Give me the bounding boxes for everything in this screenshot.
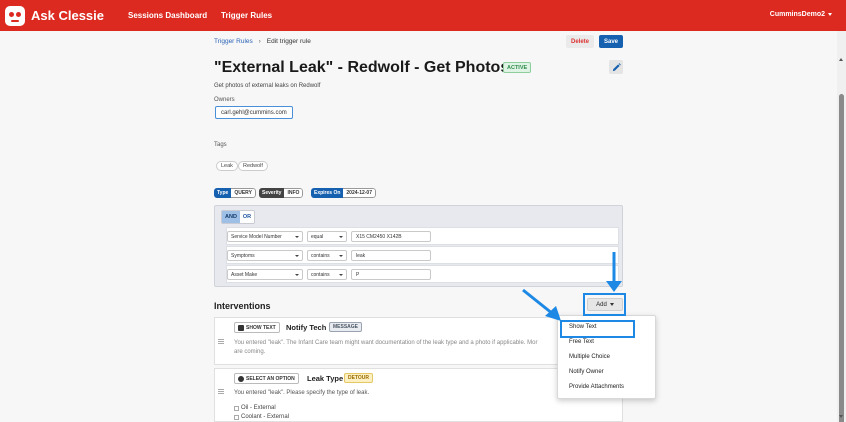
nav-trigger-rules[interactable]: Trigger Rules xyxy=(221,11,272,20)
scroll-down-icon[interactable] xyxy=(839,415,843,418)
intervention-badge: DETOUR xyxy=(344,373,374,383)
condition-field-select[interactable]: Asset Make xyxy=(227,269,303,280)
chevron-down-icon xyxy=(339,274,343,276)
option-label: Oil - External xyxy=(241,405,276,411)
menu-item-provide-attachments[interactable]: Provide Attachments xyxy=(569,384,624,390)
chevron-down-icon xyxy=(295,274,299,276)
chevron-down-icon xyxy=(828,13,832,16)
chevron-down-icon xyxy=(295,236,299,238)
breadcrumb: Trigger Rules › Edit trigger rule xyxy=(214,38,311,45)
intervention-badge: MESSAGE xyxy=(329,322,363,332)
add-button-highlight xyxy=(583,293,626,316)
condition-field-value: Asset Make xyxy=(231,271,258,278)
intervention-prompt: You entered "leak". Please specify the t… xyxy=(234,390,370,396)
pencil-icon xyxy=(612,62,621,71)
option-item[interactable]: Oil - External xyxy=(234,405,276,411)
condition-value-input[interactable]: P xyxy=(351,269,431,280)
owners-label: Owners xyxy=(214,97,235,103)
edit-button[interactable] xyxy=(609,60,623,74)
message-icon xyxy=(238,324,244,331)
condition-operator-select[interactable]: equal xyxy=(307,231,347,242)
user-name: CumminsDemo2 xyxy=(769,11,825,18)
show-text-highlight xyxy=(560,320,635,338)
condition-operator-value: contains xyxy=(311,271,330,278)
user-menu[interactable]: CumminsDemo2 xyxy=(770,11,832,18)
checkbox-icon xyxy=(234,414,239,420)
intervention-text-continued: are coming. xyxy=(234,349,266,355)
intervention-name: Notify Tech xyxy=(286,323,327,332)
menu-item-multiple-choice[interactable]: Multiple Choice xyxy=(569,354,610,360)
menu-item-notify-owner[interactable]: Notify Owner xyxy=(569,369,604,375)
chevron-down-icon xyxy=(339,236,343,238)
tags-label: Tags xyxy=(214,142,227,148)
intervention-type-chip: SELECT AN OPTION xyxy=(234,373,299,384)
expires-label: Expires On xyxy=(311,188,344,198)
page-title: "External Leak" - Redwolf - Get Photos xyxy=(214,59,510,76)
or-toggle[interactable]: OR xyxy=(240,211,254,223)
app-name: Ask Clessie xyxy=(31,8,104,23)
radio-option-icon xyxy=(238,375,244,382)
drag-handle-icon[interactable] xyxy=(218,389,224,395)
expires-value: 2024-12-07 xyxy=(343,188,376,198)
rule-description: Get photos of external leaks on Redwolf xyxy=(214,83,321,89)
condition-value-input[interactable]: X15 CM2450 X142B xyxy=(351,231,431,242)
scrollbar-thumb[interactable] xyxy=(839,94,844,422)
intervention-name: Leak Type xyxy=(307,374,344,383)
condition-field-select[interactable]: Service Model Number xyxy=(227,231,303,242)
type-value: QUERY xyxy=(231,188,256,198)
owner-field[interactable]: carl.gehl@cummins.com xyxy=(215,106,293,119)
breadcrumb-separator: › xyxy=(258,38,261,45)
breadcrumb-current: Edit trigger rule xyxy=(266,38,311,45)
severity-label: Severity xyxy=(259,188,285,198)
checkbox-icon xyxy=(234,405,239,411)
condition-field-value: Service Model Number xyxy=(231,233,282,240)
severity-pill: Severity INFO xyxy=(259,188,304,198)
condition-operator-value: contains xyxy=(311,252,330,259)
nav-sessions-dashboard[interactable]: Sessions Dashboard xyxy=(128,11,207,20)
option-label: Coolant - External xyxy=(241,414,290,420)
tag-leak[interactable]: Leak xyxy=(216,161,238,171)
condition-operator-select[interactable]: contains xyxy=(307,269,347,280)
scroll-up-icon[interactable] xyxy=(839,58,843,61)
status-badge: ACTIVE xyxy=(503,62,532,73)
chevron-down-icon xyxy=(295,255,299,257)
option-item[interactable]: Coolant - External xyxy=(234,414,289,420)
intervention-type-chip: SHOW TEXT xyxy=(234,322,280,333)
type-label: Type xyxy=(214,188,232,198)
chevron-down-icon xyxy=(339,255,343,257)
page-scrollbar[interactable] xyxy=(837,31,846,422)
condition-field-value: Symptoms xyxy=(231,252,255,259)
condition-operator-value: equal xyxy=(311,233,324,240)
menu-item-free-text[interactable]: Free Text xyxy=(569,339,594,345)
type-pill: Type QUERY xyxy=(214,188,256,198)
tag-redwolf[interactable]: Redwolf xyxy=(238,161,268,171)
condition-row: Service Model Number equal X15 CM2450 X1… xyxy=(226,227,619,245)
and-toggle[interactable]: AND xyxy=(222,211,240,223)
intervention-type-label: SELECT AN OPTION xyxy=(246,375,295,382)
severity-value: INFO xyxy=(284,188,304,198)
condition-field-select[interactable]: Symptoms xyxy=(227,250,303,261)
app-logo[interactable]: Ask Clessie xyxy=(5,5,104,26)
condition-value-input[interactable]: leak xyxy=(351,250,431,261)
drag-handle-icon[interactable] xyxy=(218,339,224,345)
breadcrumb-trigger-rules[interactable]: Trigger Rules xyxy=(214,38,253,45)
top-navbar: Ask Clessie Sessions Dashboard Trigger R… xyxy=(0,0,846,31)
condition-operator-select[interactable]: contains xyxy=(307,250,347,261)
logic-toggle: AND OR xyxy=(221,210,255,224)
save-button[interactable]: Save xyxy=(599,35,623,48)
intervention-text: You entered "leak". The Infant Care team… xyxy=(234,340,538,346)
robot-logo-icon xyxy=(5,5,25,26)
condition-row: Asset Make contains P xyxy=(226,265,619,283)
delete-button[interactable]: Delete xyxy=(566,35,594,48)
interventions-heading: Interventions xyxy=(214,301,271,311)
intervention-type-label: SHOW TEXT xyxy=(246,324,276,331)
condition-row: Symptoms contains leak xyxy=(226,246,619,264)
expires-pill: Expires On 2024-12-07 xyxy=(311,188,376,198)
